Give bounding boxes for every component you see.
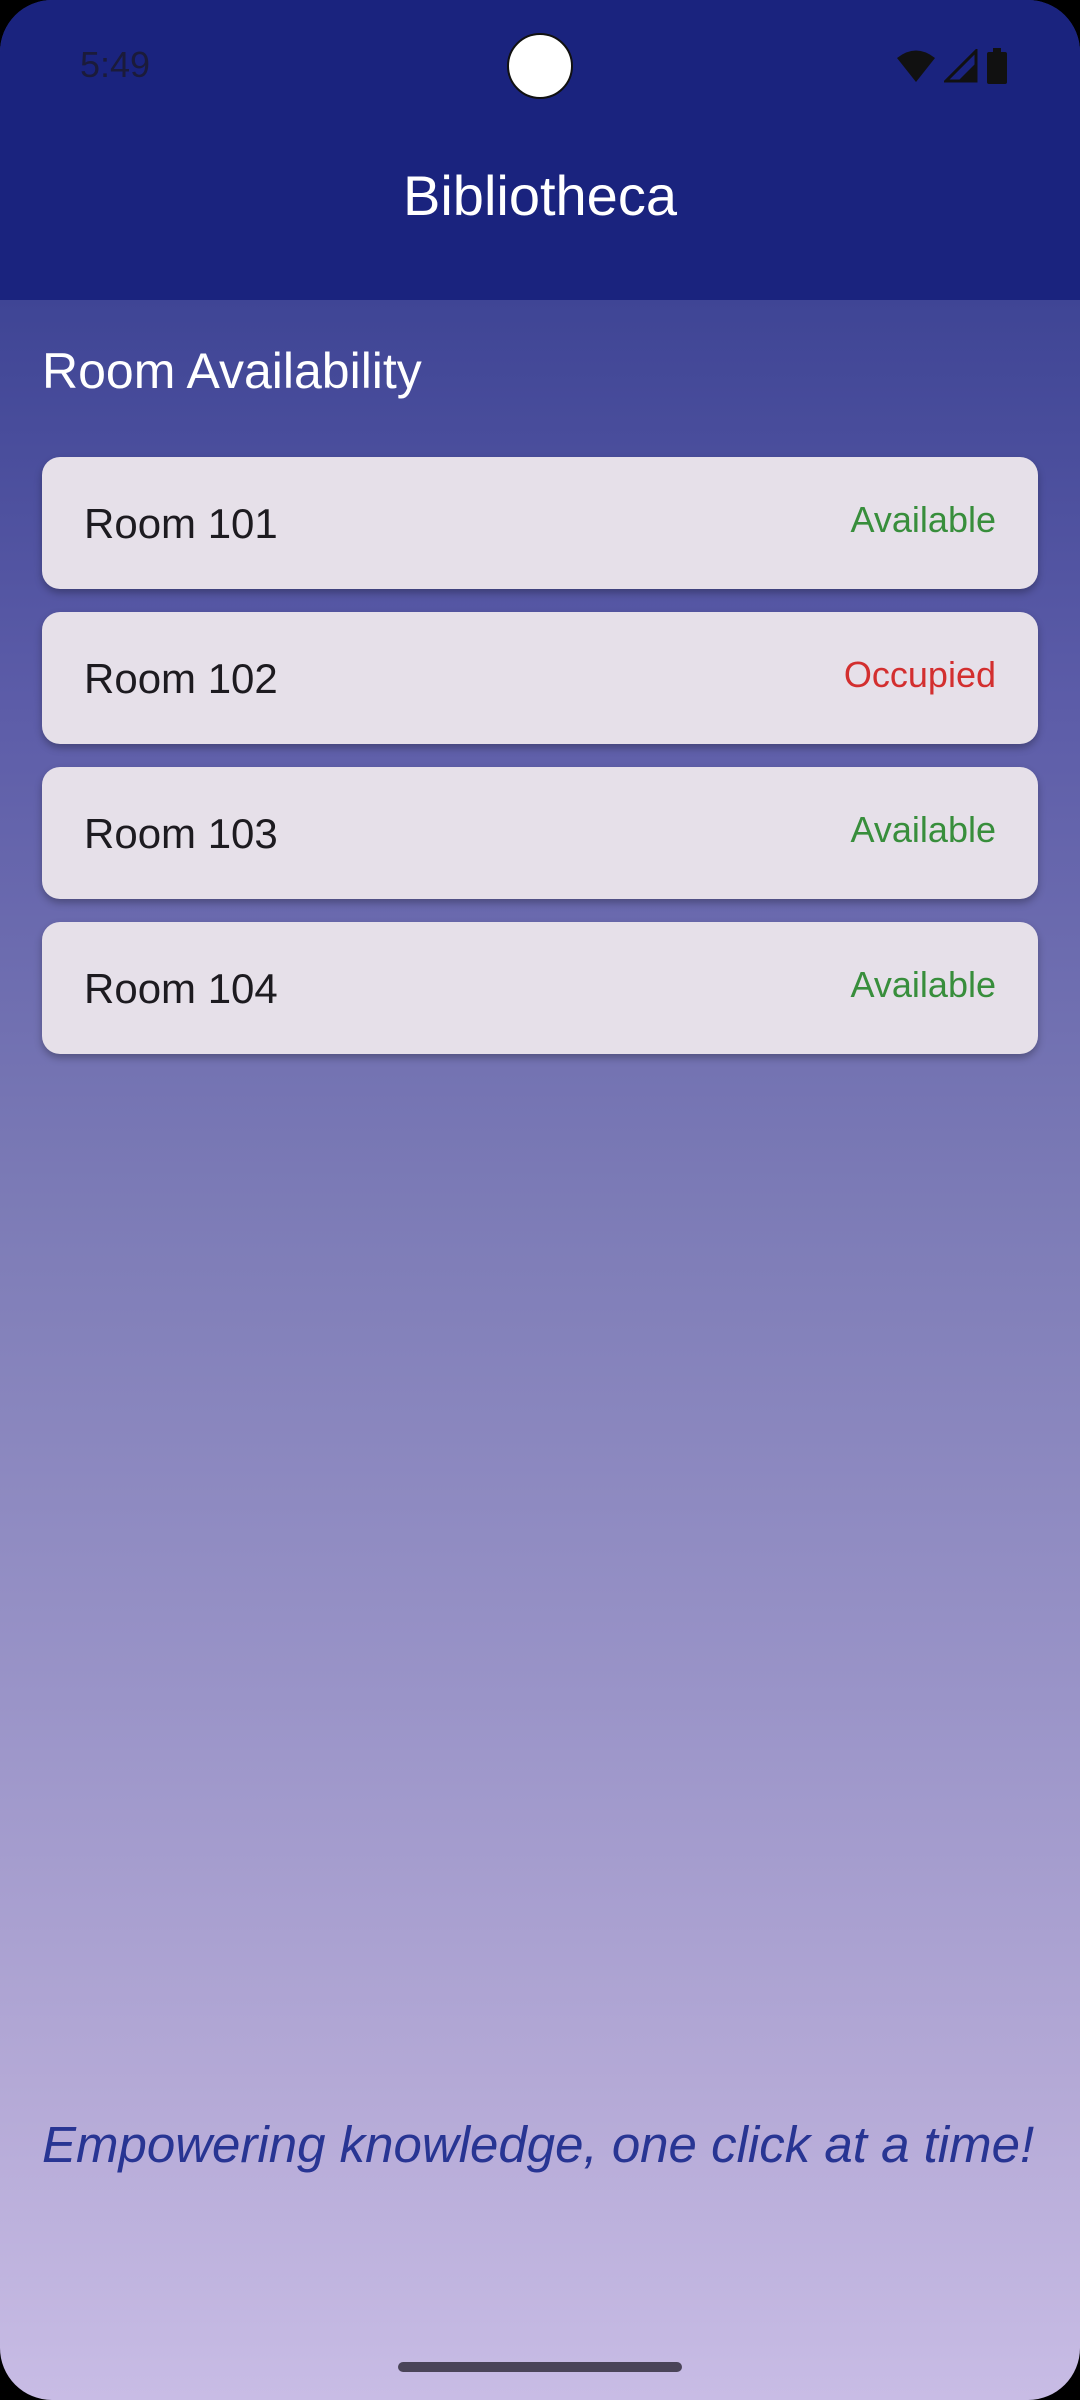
room-card[interactable]: Room 104 Available	[42, 922, 1038, 1054]
room-name: Room 104	[84, 965, 278, 1012]
room-name: Room 102	[84, 655, 278, 702]
room-name: Room 103	[84, 810, 278, 857]
section-title: Room Availability	[42, 343, 422, 399]
home-indicator[interactable]	[398, 2362, 682, 2372]
status-time: 5:49	[80, 44, 151, 85]
tagline: Empowering knowledge, one click at a tim…	[42, 2116, 1035, 2173]
room-status: Available	[850, 499, 996, 540]
room-card[interactable]: Room 103 Available	[42, 767, 1038, 899]
status-icons	[896, 48, 1008, 84]
room-status: Available	[850, 964, 996, 1005]
room-card[interactable]: Room 102 Occupied	[42, 612, 1038, 744]
app-title: Bibliotheca	[403, 163, 677, 227]
app-screen: 5:49 Bibliotheca Room Availability Room …	[0, 0, 1080, 2400]
battery-icon	[987, 48, 1007, 84]
room-name: Room 101	[84, 500, 278, 547]
room-status: Available	[850, 809, 996, 850]
room-status: Occupied	[843, 654, 996, 695]
status-bar: 5:49	[0, 0, 1080, 130]
room-list: Room 101 Available Room 102 Occupied Roo…	[42, 457, 1038, 1077]
top-app-bar: Bibliotheca	[0, 130, 1080, 300]
cell-signal-icon	[944, 49, 978, 83]
camera-cutout	[507, 33, 573, 99]
wifi-icon	[897, 50, 935, 82]
room-card[interactable]: Room 101 Available	[42, 457, 1038, 589]
